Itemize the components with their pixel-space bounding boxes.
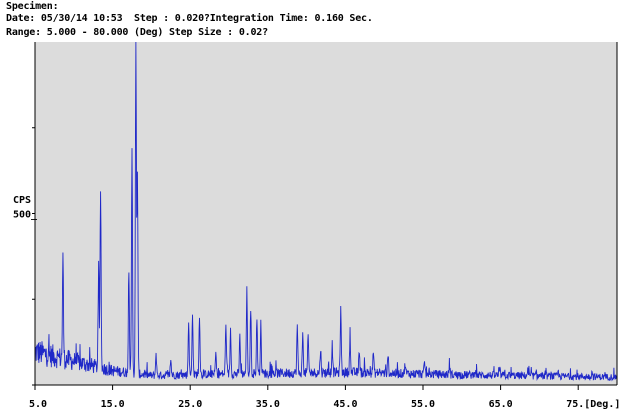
x-tick-label: 35.0 bbox=[256, 399, 280, 410]
x-tick-label: 75.[Deg.] bbox=[566, 399, 620, 410]
plot-area bbox=[35, 42, 617, 385]
x-tick-label: 5.0 bbox=[29, 399, 47, 410]
y-ticks: 500_ bbox=[13, 127, 38, 386]
x-ticks: 5.0 15.0 25.0 35.0 45.0 55.0 65.0 75.[Deg.] bbox=[29, 385, 620, 410]
x-tick-label: 65.0 bbox=[489, 399, 513, 410]
y-tick-label: 500_ bbox=[13, 210, 38, 221]
x-tick-label: 45.0 bbox=[333, 399, 357, 410]
x-tick-label: 55.0 bbox=[411, 399, 435, 410]
x-tick-label: 15.0 bbox=[101, 399, 125, 410]
xrd-chart: 5.0 15.0 25.0 35.0 45.0 55.0 65.0 75.[Deg.] 500… bbox=[13, 41, 620, 410]
y-axis-label: CPS bbox=[13, 195, 31, 206]
x-tick-label: 25.0 bbox=[178, 399, 202, 410]
